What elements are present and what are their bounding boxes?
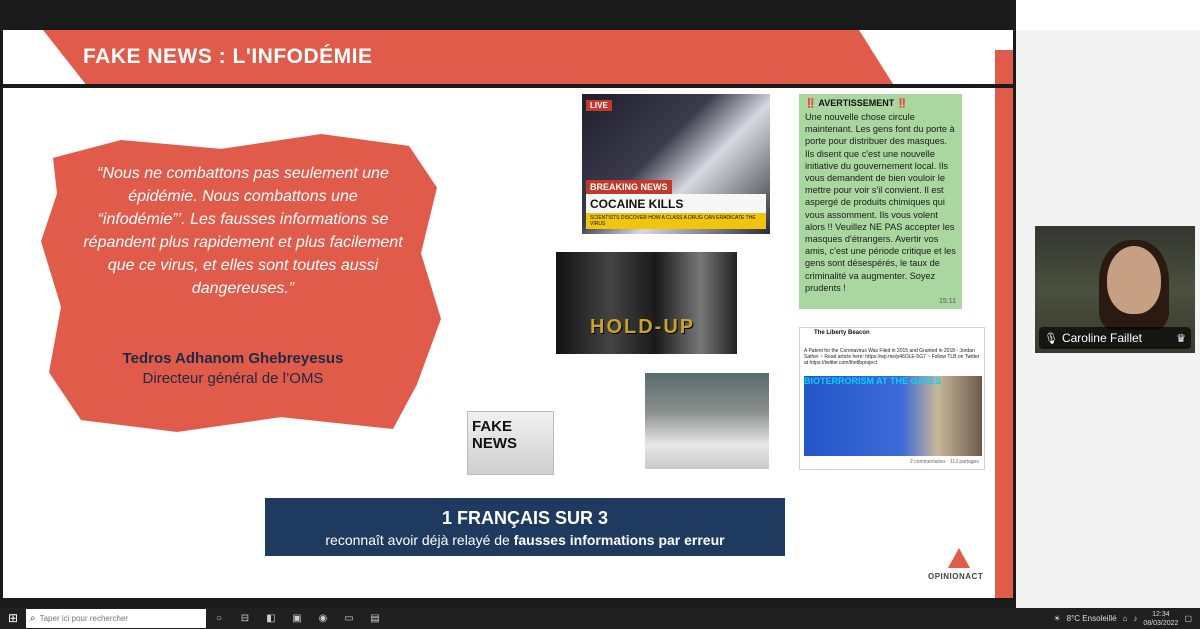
outlook-icon[interactable]: ◧ (258, 608, 284, 629)
warning-time: 15:11 (939, 298, 956, 305)
volume-icon[interactable]: ♪ (1133, 614, 1137, 623)
doctor-photo (645, 373, 769, 469)
task-view-icon[interactable]: ○ (206, 608, 232, 629)
warning-message-image: ‼️ AVERTISSEMENT ‼️ Une nouvelle chose c… (799, 94, 962, 309)
warning-body: Une nouvelle chose circule maintenant. L… (805, 112, 956, 293)
taskbar-search-input[interactable] (39, 614, 190, 623)
holdup-label: HOLD-UP (590, 316, 696, 338)
liberty-footer: 2 commentaires · 113 partages (910, 459, 979, 465)
fake-news-label: FAKE NEWS (472, 418, 517, 452)
shared-screen: FAKE NEWS : L'INFODÉMIE “Nous ne combatt… (0, 0, 1016, 608)
file-explorer-icon[interactable]: ▭ (336, 608, 362, 629)
opinionact-logo-text: OPINIONACT (928, 572, 984, 581)
quote-author: Tedros Adhanom Ghebreyesus (122, 350, 344, 367)
clock-time: 12:34 (1152, 610, 1170, 618)
calculator-icon[interactable]: ▤ (362, 608, 388, 629)
breaking-news-tag: BREAKING NEWS (586, 180, 672, 194)
system-tray: ☀ 8°C Ensoleillé ⌂ ♪ 12:34 08/03/2022 ▢ (1053, 610, 1200, 628)
cocaine-news-image: LIVE BREAKING NEWS COCAINE KILLS CORONAV… (582, 94, 770, 234)
windows-start-icon[interactable]: ⊞ (0, 608, 26, 629)
participant-name-bar: 🎙 Caroline Faillet ♛ (1039, 327, 1191, 349)
liberty-post-photo (804, 376, 982, 456)
chrome-icon[interactable]: ◉ (310, 608, 336, 629)
title-underline (3, 84, 1013, 88)
mic-icon[interactable]: 🎙 (1044, 332, 1058, 345)
live-tag: LIVE (586, 100, 612, 111)
notification-icon[interactable]: ▢ (1184, 614, 1192, 623)
stat-subline: reconnaît avoir déjà relayé de fausses i… (265, 532, 785, 548)
presentation-slide: FAKE NEWS : L'INFODÉMIE “Nous ne combatt… (3, 30, 1013, 598)
onenote-icon[interactable]: ▣ (284, 608, 310, 629)
crown-icon: ♛ (1176, 332, 1186, 345)
stat-box: 1 FRANÇAIS SUR 3 reconnaît avoir déjà re… (265, 498, 785, 556)
stat-sub-bold: fausses informations par erreur (513, 532, 725, 548)
stat-sub-prefix: reconnaît avoir déjà relayé de (325, 532, 510, 548)
widgets-icon[interactable]: ⊟ (232, 608, 258, 629)
weather-icon[interactable]: ☀ (1053, 614, 1060, 623)
cocaine-subline: SCIENTISTS DISCOVER HOW A CLASS A DRUG C… (586, 213, 766, 229)
network-icon[interactable]: ⌂ (1123, 614, 1128, 623)
quote-role: Directeur général de l’OMS (142, 370, 324, 387)
search-icon: ⌕ (30, 613, 36, 624)
taskbar-search[interactable]: ⌕ (26, 609, 206, 628)
fake-news-newspaper-image: FAKE NEWS (467, 411, 554, 475)
participant-name: Caroline Faillet (1061, 331, 1143, 345)
holdup-movie-image: HOLD-UP (556, 252, 737, 354)
opinionact-logo-icon (948, 548, 970, 568)
liberty-page-name: The Liberty Beacon (814, 330, 870, 336)
warning-title: ‼️ AVERTISSEMENT ‼️ (805, 98, 908, 108)
liberty-image-text: BIOTERRORISM AT THE GATES (804, 376, 941, 386)
liberty-post-text: A Patent for the Coronavirus Was Filed i… (804, 348, 980, 366)
windows-taskbar: ⊞ ⌕ ○ ⊟ ◧ ▣ ◉ ▭ ▤ ☀ 8°C Ensoleillé ⌂ ♪ 1… (0, 608, 1200, 629)
slide-title: FAKE NEWS : L'INFODÉMIE (83, 45, 373, 68)
participant-video-tile[interactable]: 🎙 Caroline Faillet ♛ (1035, 226, 1195, 353)
quote-text: “Nous ne combattons pas seulement une ép… (83, 165, 403, 297)
weather-text[interactable]: 8°C Ensoleillé (1067, 614, 1117, 623)
stat-headline: 1 FRANÇAIS SUR 3 (441, 508, 609, 528)
liberty-beacon-post-image: The Liberty Beacon A Patent for the Coro… (799, 327, 985, 470)
taskbar-clock[interactable]: 12:34 08/03/2022 (1143, 610, 1178, 628)
clock-date: 08/03/2022 (1143, 619, 1179, 627)
slide-accent-bar (995, 50, 1013, 598)
participant-face (1107, 246, 1161, 314)
